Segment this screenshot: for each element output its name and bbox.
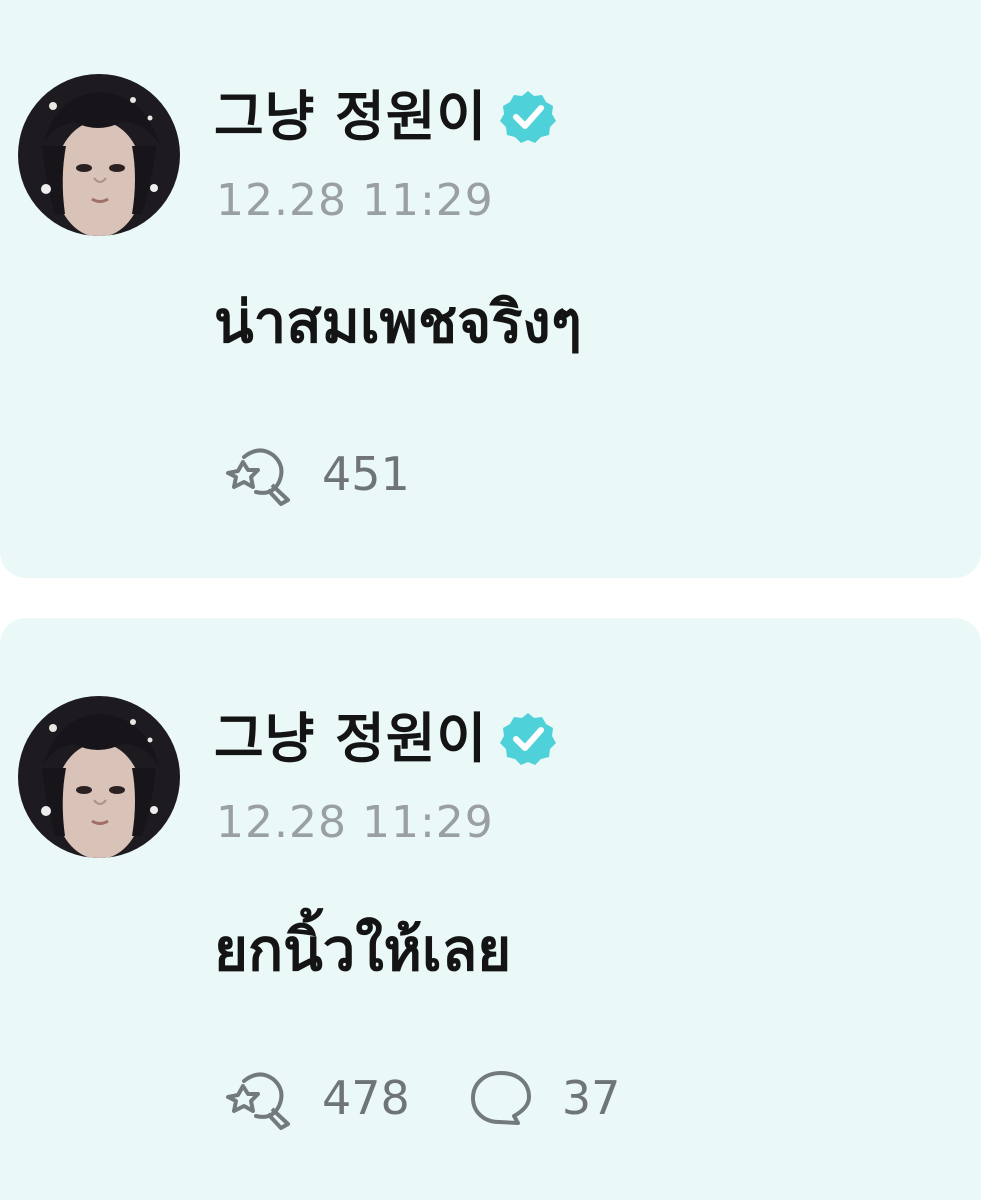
- avatar[interactable]: [18, 74, 180, 236]
- author-row[interactable]: 그냥 정원이: [214, 82, 557, 152]
- post-timestamp: 12.28 11:29: [216, 797, 494, 848]
- post-message: น่าสมเพชจริงๆ: [214, 288, 582, 356]
- reaction-button[interactable]: 451: [216, 442, 410, 506]
- post-actions: 478 37: [216, 1066, 620, 1130]
- reaction-button[interactable]: 478: [216, 1066, 410, 1130]
- heart-rocket-icon: [226, 448, 290, 506]
- verified-badge-icon: [500, 91, 557, 143]
- heart-rocket-icon: [226, 1072, 290, 1130]
- reaction-count: 451: [322, 447, 410, 501]
- author-name[interactable]: 그냥 정원이: [214, 704, 487, 774]
- post-message: ยกนิ้วให้เลย: [214, 916, 512, 984]
- comment-bubble-icon: [470, 1071, 531, 1125]
- post-timestamp: 12.28 11:29: [216, 175, 494, 226]
- avatar[interactable]: [18, 696, 180, 858]
- verified-badge-icon: [500, 713, 557, 765]
- post-card[interactable]: 그냥 정원이 12.28 11:29 น่าสมเพชจริงๆ 451: [0, 0, 981, 578]
- comment-count: 37: [561, 1071, 621, 1125]
- comment-button[interactable]: 37: [468, 1066, 621, 1130]
- author-row[interactable]: 그냥 정원이: [214, 704, 557, 774]
- reaction-count: 478: [322, 1071, 410, 1125]
- post-actions: 451: [216, 442, 410, 506]
- author-name[interactable]: 그냥 정원이: [214, 82, 487, 152]
- post-card[interactable]: 그냥 정원이 12.28 11:29 ยกนิ้วให้เลย 478 37: [0, 618, 981, 1200]
